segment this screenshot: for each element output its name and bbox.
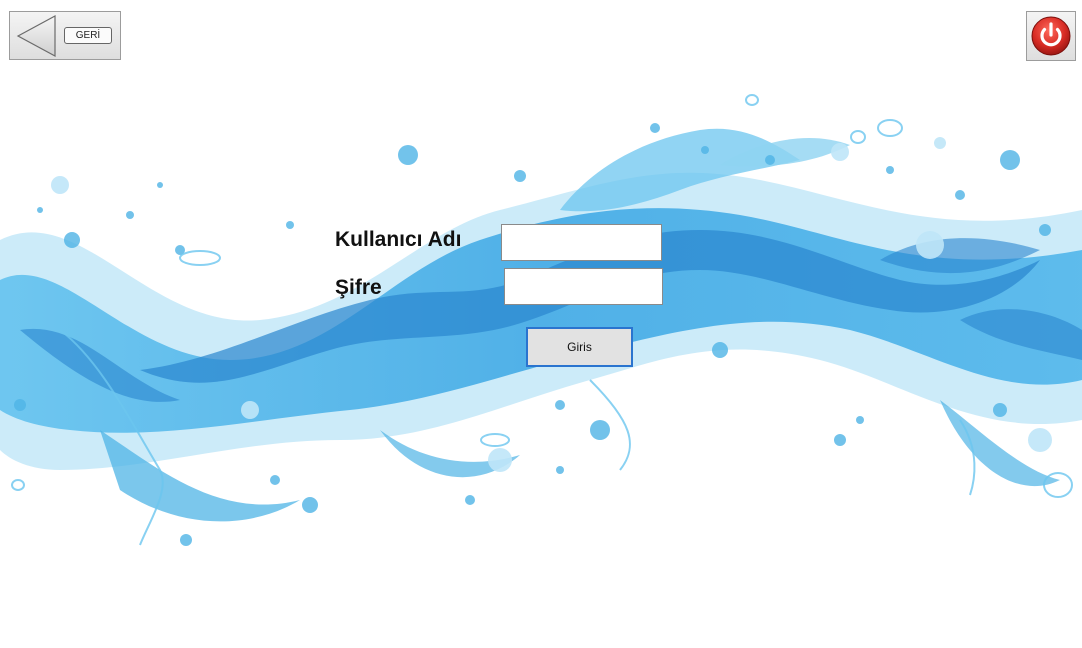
back-button-label: GERİ xyxy=(64,27,112,44)
power-icon xyxy=(1031,16,1071,56)
left-arrow-icon xyxy=(16,14,56,58)
password-field[interactable] xyxy=(504,268,663,305)
power-button[interactable] xyxy=(1026,11,1076,61)
back-button[interactable]: GERİ xyxy=(9,11,121,60)
username-field[interactable] xyxy=(501,224,662,261)
username-label: Kullanıcı Adı xyxy=(335,228,462,251)
login-button[interactable]: Giris xyxy=(526,327,633,367)
water-splash-background xyxy=(0,94,1082,546)
password-label: Şifre xyxy=(335,276,382,299)
